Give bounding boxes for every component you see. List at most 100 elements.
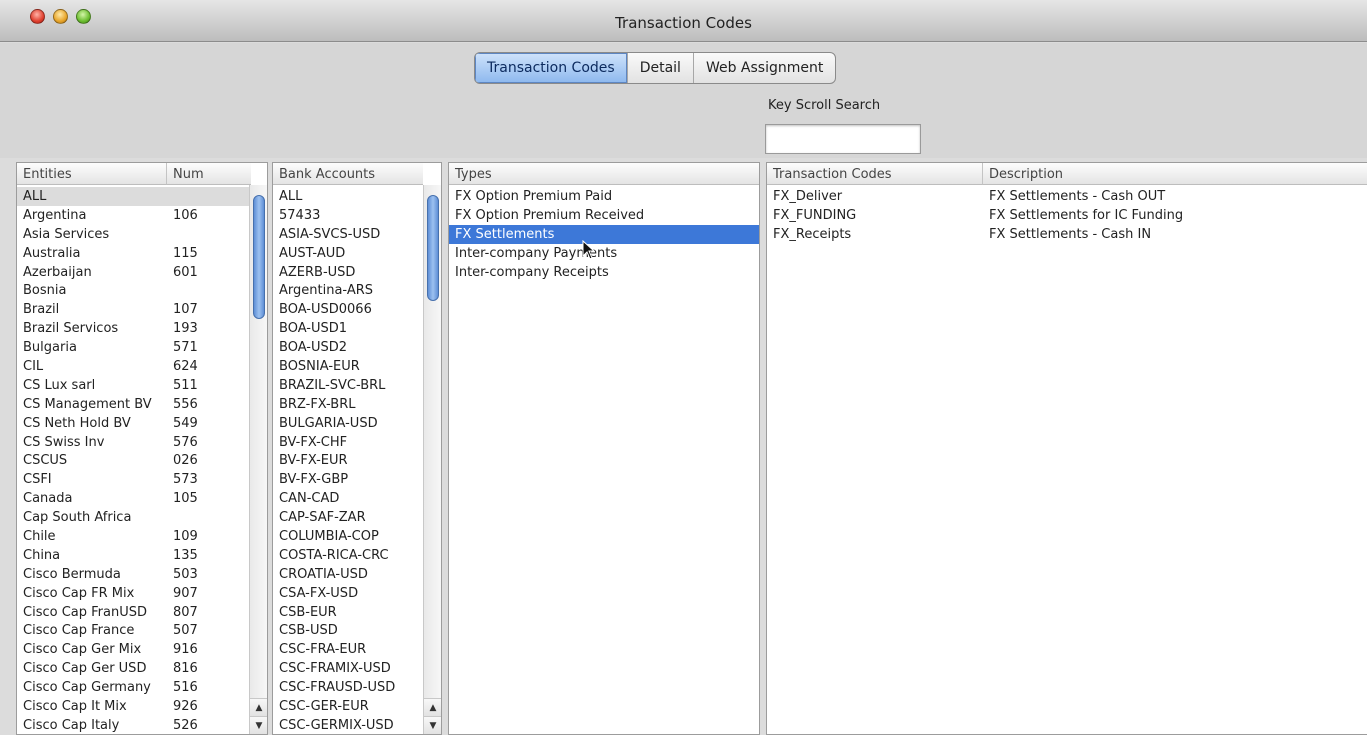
bank-account-row[interactable]: CSB-EUR bbox=[273, 603, 423, 622]
type-row[interactable]: FX Option Premium Paid bbox=[449, 187, 759, 206]
bank-account-row[interactable]: COLUMBIA-COP bbox=[273, 527, 423, 546]
entity-row[interactable]: Cisco Cap FR Mix 907 bbox=[17, 584, 249, 603]
entity-row[interactable]: Bosnia bbox=[17, 281, 249, 300]
transaction-description: FX Settlements - Cash IN bbox=[989, 226, 1152, 242]
entity-row[interactable]: Canada 105 bbox=[17, 489, 249, 508]
entity-row[interactable]: Cisco Cap Germany 516 bbox=[17, 678, 249, 697]
transaction-code-row[interactable]: FX_Receipts FX Settlements - Cash IN bbox=[767, 225, 1367, 244]
bank-accounts-scroll-thumb[interactable] bbox=[427, 195, 439, 301]
entity-row[interactable]: Australia 115 bbox=[17, 244, 249, 263]
num-column-header[interactable]: Num bbox=[167, 163, 251, 185]
bank-account-row[interactable]: BOA-USD1 bbox=[273, 319, 423, 338]
bank-account-row[interactable]: CSB-USD bbox=[273, 621, 423, 640]
entity-row[interactable]: Argentina 106 bbox=[17, 206, 249, 225]
entity-row[interactable]: Cisco Cap Ger USD 816 bbox=[17, 659, 249, 678]
bank-account-row[interactable]: Argentina-ARS bbox=[273, 281, 423, 300]
entity-row[interactable]: Cisco Bermuda 503 bbox=[17, 565, 249, 584]
entity-name: Asia Services bbox=[23, 226, 110, 242]
entity-row[interactable]: CS Neth Hold BV 549 bbox=[17, 414, 249, 433]
entity-row[interactable]: CSFI 573 bbox=[17, 470, 249, 489]
entity-name: Cisco Bermuda bbox=[23, 566, 121, 582]
bank-account-row[interactable]: AZERB-USD bbox=[273, 263, 423, 282]
transaction-description: FX Settlements - Cash OUT bbox=[989, 189, 1166, 204]
transaction-codes-column-header[interactable]: Transaction Codes bbox=[767, 163, 983, 185]
bank-account-row[interactable]: COSTA-RICA-CRC bbox=[273, 546, 423, 565]
bank-account-row[interactable]: 57433 bbox=[273, 206, 423, 225]
entity-row[interactable]: Bulgaria 571 bbox=[17, 338, 249, 357]
entities-column-header[interactable]: Entities bbox=[17, 163, 167, 185]
types-rows: FX Option Premium Paid FX Option Premium … bbox=[449, 187, 759, 281]
up-arrow-icon[interactable]: ▲ bbox=[250, 698, 267, 716]
entity-row[interactable]: Cisco Cap Ger Mix 916 bbox=[17, 640, 249, 659]
bank-account-row[interactable]: AUST-AUD bbox=[273, 244, 423, 263]
bank-account-row[interactable]: CSA-FX-USD bbox=[273, 584, 423, 603]
key-scroll-search-label: Key Scroll Search bbox=[768, 98, 881, 113]
entity-row[interactable]: China 135 bbox=[17, 546, 249, 565]
bank-account-row[interactable]: BV-FX-EUR bbox=[273, 451, 423, 470]
bank-account-row[interactable]: BULGARIA-USD bbox=[273, 414, 423, 433]
entity-row[interactable]: CIL 624 bbox=[17, 357, 249, 376]
bank-account-row[interactable]: BRZ-FX-BRL bbox=[273, 395, 423, 414]
types-column-header[interactable]: Types bbox=[449, 163, 759, 185]
bank-account-row[interactable]: CSC-GER-EUR bbox=[273, 697, 423, 716]
entity-row[interactable]: Cap South Africa bbox=[17, 508, 249, 527]
key-scroll-search-input[interactable] bbox=[765, 124, 921, 154]
entity-row[interactable]: Cisco Cap FranUSD 807 bbox=[17, 603, 249, 622]
bank-account-row[interactable]: CAN-CAD bbox=[273, 489, 423, 508]
type-row[interactable]: Inter-company Receipts bbox=[449, 263, 759, 282]
description-column-header[interactable]: Description bbox=[983, 163, 1367, 185]
entity-row[interactable]: Chile 109 bbox=[17, 527, 249, 546]
tab-web-assignment[interactable]: Web Assignment bbox=[694, 53, 835, 83]
bank-account-row[interactable]: ASIA-SVCS-USD bbox=[273, 225, 423, 244]
bank-account-row[interactable]: CAP-SAF-ZAR bbox=[273, 508, 423, 527]
transaction-code-row[interactable]: FX_FUNDING FX Settlements for IC Funding bbox=[767, 206, 1367, 225]
type-row[interactable]: FX Settlements bbox=[449, 224, 759, 244]
entity-row[interactable]: CS Lux sarl 511 bbox=[17, 376, 249, 395]
bank-accounts-scrollbar[interactable]: ▲ ▼ bbox=[423, 185, 441, 734]
entity-row[interactable]: Cisco Cap It Mix 926 bbox=[17, 697, 249, 716]
entity-row[interactable]: Cisco Cap France 507 bbox=[17, 621, 249, 640]
bank-account-row[interactable]: CSC-GERMIX-USD bbox=[273, 716, 423, 734]
bank-account-row[interactable]: CSC-FRAMIX-USD bbox=[273, 659, 423, 678]
tab-transaction-codes[interactable]: Transaction Codes bbox=[475, 53, 628, 83]
down-arrow-icon[interactable]: ▼ bbox=[424, 716, 441, 734]
window-title: Transaction Codes bbox=[615, 14, 752, 32]
title-bar: Transaction Codes bbox=[0, 0, 1367, 42]
entity-row[interactable]: Brazil Servicos 193 bbox=[17, 319, 249, 338]
bank-account-row[interactable]: BV-FX-CHF bbox=[273, 433, 423, 452]
bank-account-name: BOA-USD0066 bbox=[279, 302, 372, 318]
entity-row[interactable]: Asia Services bbox=[17, 225, 249, 244]
entity-num: 807 bbox=[173, 604, 198, 620]
bank-account-row[interactable]: CROATIA-USD bbox=[273, 565, 423, 584]
bank-account-row[interactable]: ALL bbox=[273, 187, 423, 206]
entity-row[interactable]: Azerbaijan 601 bbox=[17, 263, 249, 282]
entity-num: 556 bbox=[173, 396, 198, 412]
bank-account-row[interactable]: BV-FX-GBP bbox=[273, 470, 423, 489]
entity-name: Cisco Cap Ger Mix bbox=[23, 642, 142, 658]
mouse-pointer-icon bbox=[582, 240, 596, 260]
entity-row[interactable]: CS Management BV 556 bbox=[17, 395, 249, 414]
bank-account-row[interactable]: BRAZIL-SVC-BRL bbox=[273, 376, 423, 395]
type-row[interactable]: Inter-company Payments bbox=[449, 244, 759, 263]
entity-row[interactable]: CS Swiss Inv 576 bbox=[17, 433, 249, 452]
type-row[interactable]: FX Option Premium Received bbox=[449, 206, 759, 225]
down-arrow-icon[interactable]: ▼ bbox=[250, 716, 267, 734]
transaction-code: FX_Receipts bbox=[773, 226, 852, 242]
bank-account-row[interactable]: BOSNIA-EUR bbox=[273, 357, 423, 376]
entity-row[interactable]: Brazil 107 bbox=[17, 300, 249, 319]
bank-account-row[interactable]: CSC-FRAUSD-USD bbox=[273, 678, 423, 697]
bank-account-row[interactable]: BOA-USD0066 bbox=[273, 300, 423, 319]
bank-account-row[interactable]: CSC-FRA-EUR bbox=[273, 640, 423, 659]
up-arrow-icon[interactable]: ▲ bbox=[424, 698, 441, 716]
tab-detail[interactable]: Detail bbox=[628, 53, 694, 83]
entities-scrollbar[interactable]: ▲ ▼ bbox=[249, 185, 267, 734]
entity-num: 193 bbox=[173, 321, 198, 337]
transaction-code-row[interactable]: FX_Deliver FX Settlements - Cash OUT bbox=[767, 187, 1367, 206]
entity-row[interactable]: Cisco Cap Italy 526 bbox=[17, 716, 249, 734]
entities-scroll-thumb[interactable] bbox=[253, 195, 265, 319]
transaction-codes-rows: FX_Deliver FX Settlements - Cash OUT FX_FU… bbox=[767, 187, 1367, 244]
bank-accounts-column-header[interactable]: Bank Accounts bbox=[273, 163, 423, 185]
bank-account-row[interactable]: BOA-USD2 bbox=[273, 338, 423, 357]
entity-row[interactable]: CSCUS 026 bbox=[17, 451, 249, 470]
entity-row[interactable]: ALL bbox=[17, 187, 249, 206]
